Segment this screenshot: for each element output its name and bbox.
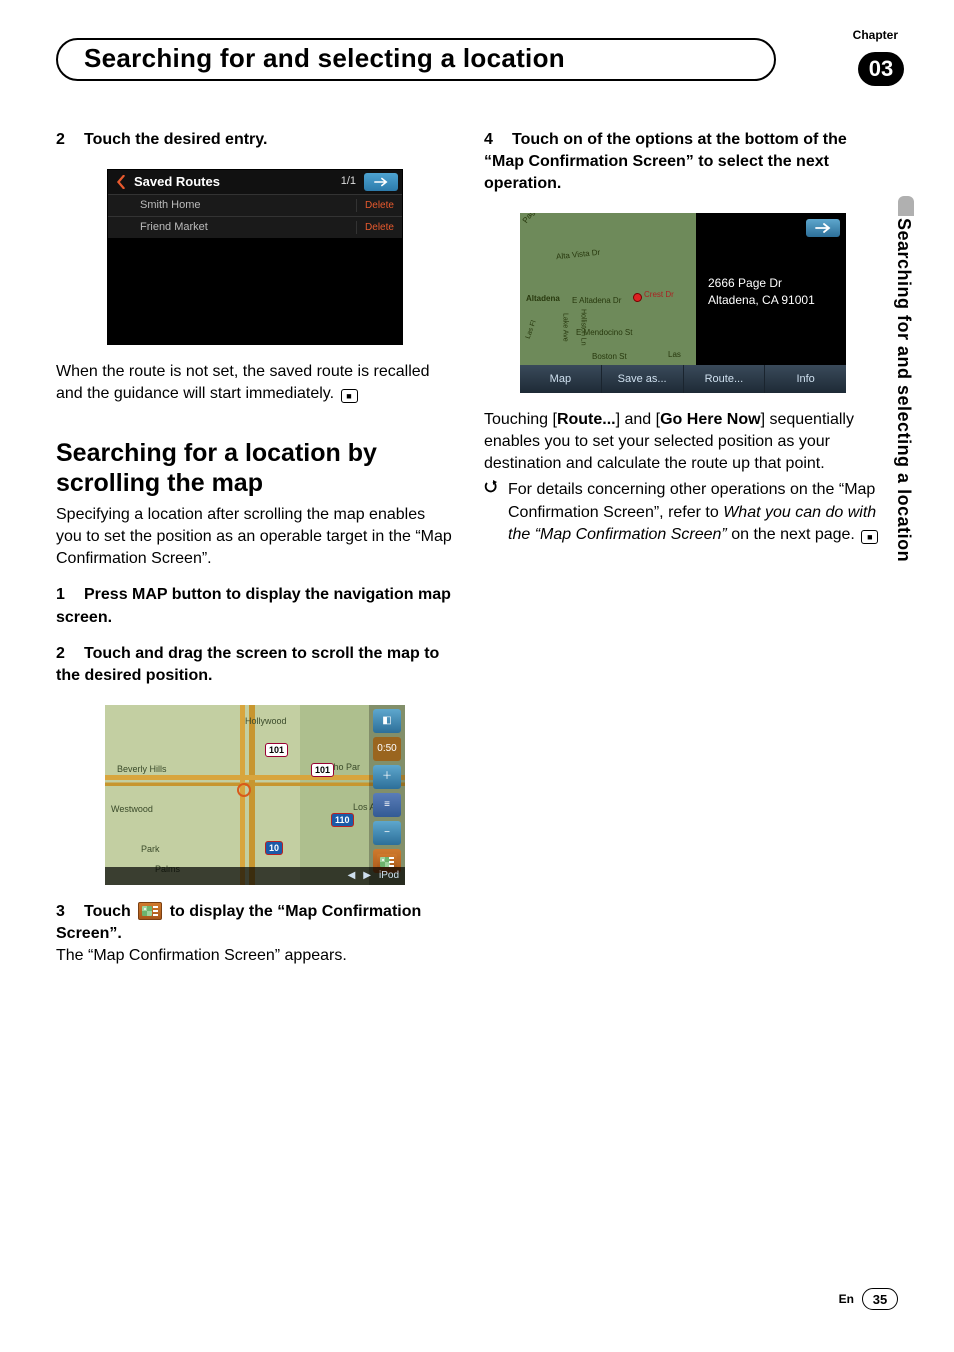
- step-text: Touch and drag the screen to scroll the …: [56, 645, 439, 684]
- back-icon: [112, 173, 130, 191]
- step-3: 3Touch to display the “Map Confirmation …: [56, 901, 454, 945]
- page-title: Searching for and selecting a location: [84, 43, 748, 74]
- side-tab-accent: [898, 196, 914, 216]
- page-title-frame: Searching for and selecting a location: [56, 38, 776, 81]
- chapter-label: Chapter: [853, 28, 898, 42]
- step-number: 2: [56, 129, 84, 151]
- map-list-icon: [138, 902, 162, 920]
- layers-icon: ≡: [373, 793, 401, 817]
- map-label: Westwood: [111, 803, 153, 815]
- prev-track-icon: ◀: [348, 869, 356, 883]
- body-paragraph: Specifying a location after scrolling th…: [56, 504, 454, 570]
- save-as-button: Save as...: [602, 365, 684, 393]
- map-button: Map: [520, 365, 602, 393]
- destination-marker-icon: [633, 293, 642, 302]
- map-scroll-screenshot: Hollywood Beverly Hills Westwood Palms E…: [105, 705, 405, 885]
- saved-routes-screenshot: Saved Routes 1/1 Smith Home Delete Frien…: [107, 169, 403, 345]
- ipod-label: iPod: [379, 869, 399, 883]
- step-1: 1Press MAP button to display the navigat…: [56, 584, 454, 628]
- page-footer: En 35: [839, 1288, 898, 1310]
- map-confirmation-screenshot: Alta Vista Dr Altadena E Altadena Dr Cre…: [520, 213, 846, 393]
- street-label: Altadena: [526, 293, 560, 304]
- map-mode-icon: ◧: [373, 709, 401, 733]
- time-badge: 0:50: [373, 737, 401, 761]
- street-label: Las Fl: [524, 319, 540, 340]
- street-label: Alta Vista Dr: [556, 247, 601, 263]
- route-button: Route...: [684, 365, 766, 393]
- step-text: Press MAP button to display the navigati…: [56, 586, 451, 625]
- forward-icon: [806, 219, 840, 237]
- street-label: Las: [668, 349, 681, 360]
- zoom-out-icon: −: [373, 821, 401, 845]
- step-number: 1: [56, 584, 84, 606]
- play-icon: ▶: [363, 869, 371, 883]
- saved-routes-title: Saved Routes: [134, 173, 341, 191]
- map-label: Park: [141, 843, 160, 855]
- zoom-in-icon: ＋: [373, 765, 401, 789]
- route-keyword: Route...: [557, 411, 616, 428]
- saved-route-label: Smith Home: [108, 198, 356, 213]
- street-label: Holliston Ln: [578, 309, 588, 346]
- step-text: Touch on of the options at the bottom of…: [484, 131, 847, 192]
- step-number: 4: [484, 129, 512, 151]
- step-text-pre: Touch: [84, 903, 135, 920]
- language-code: En: [839, 1292, 854, 1306]
- info-button: Info: [765, 365, 846, 393]
- body-paragraph: The “Map Confirmation Screen” appears.: [56, 945, 454, 967]
- saved-route-row: Smith Home Delete: [108, 194, 402, 216]
- step-4: 4Touch on of the options at the bottom o…: [484, 129, 882, 195]
- right-column: 4Touch on of the options at the bottom o…: [484, 129, 882, 967]
- route-shield: 101: [311, 763, 334, 777]
- step-number: 3: [56, 901, 84, 923]
- route-shield: 10: [265, 841, 283, 855]
- delete-button: Delete: [356, 221, 402, 235]
- body-paragraph: Touching [Route...] and [Go Here Now] se…: [484, 409, 882, 475]
- side-tab-text: Searching for and selecting a location: [893, 218, 914, 562]
- delete-button: Delete: [356, 199, 402, 213]
- section-heading: Searching for a location by scrolling th…: [56, 439, 454, 498]
- step-2b: 2Touch and drag the screen to scroll the…: [56, 643, 454, 687]
- chapter-number-badge: 03: [858, 52, 904, 86]
- step-text: Touch the desired entry.: [84, 131, 267, 148]
- map-label: Beverly Hills: [117, 763, 167, 775]
- end-mark-icon: ■: [341, 389, 358, 403]
- saved-routes-count: 1/1: [341, 174, 356, 189]
- street-label: Crest Dr: [644, 289, 674, 300]
- step-2: 2Touch the desired entry.: [56, 129, 454, 151]
- step-number: 2: [56, 643, 84, 665]
- map-label: Hollywood: [245, 715, 287, 727]
- crosshair-icon: [237, 783, 251, 797]
- address-display: 2666 Page Dr Altadena, CA 91001: [708, 275, 815, 309]
- go-here-now-keyword: Go Here Now: [660, 411, 760, 428]
- forward-icon: [364, 173, 398, 191]
- end-mark-icon: ■: [861, 530, 878, 544]
- left-column: 2Touch the desired entry. Saved Routes 1…: [56, 129, 454, 967]
- bullet-note: For details concerning other operations …: [484, 479, 882, 545]
- bullet-arrow-icon: [484, 479, 508, 545]
- saved-route-row: Friend Market Delete: [108, 216, 402, 238]
- saved-route-label: Friend Market: [108, 220, 356, 235]
- street-label: Lake Ave: [560, 313, 570, 342]
- route-shield: 101: [265, 743, 288, 757]
- street-label: Page Dr: [520, 213, 546, 225]
- route-shield: 110: [331, 813, 354, 827]
- body-paragraph: When the route is not set, the saved rou…: [56, 361, 454, 405]
- map-side-panel: ◧ 0:50 ＋ ≡ −: [369, 705, 405, 885]
- street-label: E Altadena Dr: [572, 295, 621, 306]
- page-number: 35: [862, 1288, 898, 1310]
- street-label: Boston St: [592, 351, 627, 362]
